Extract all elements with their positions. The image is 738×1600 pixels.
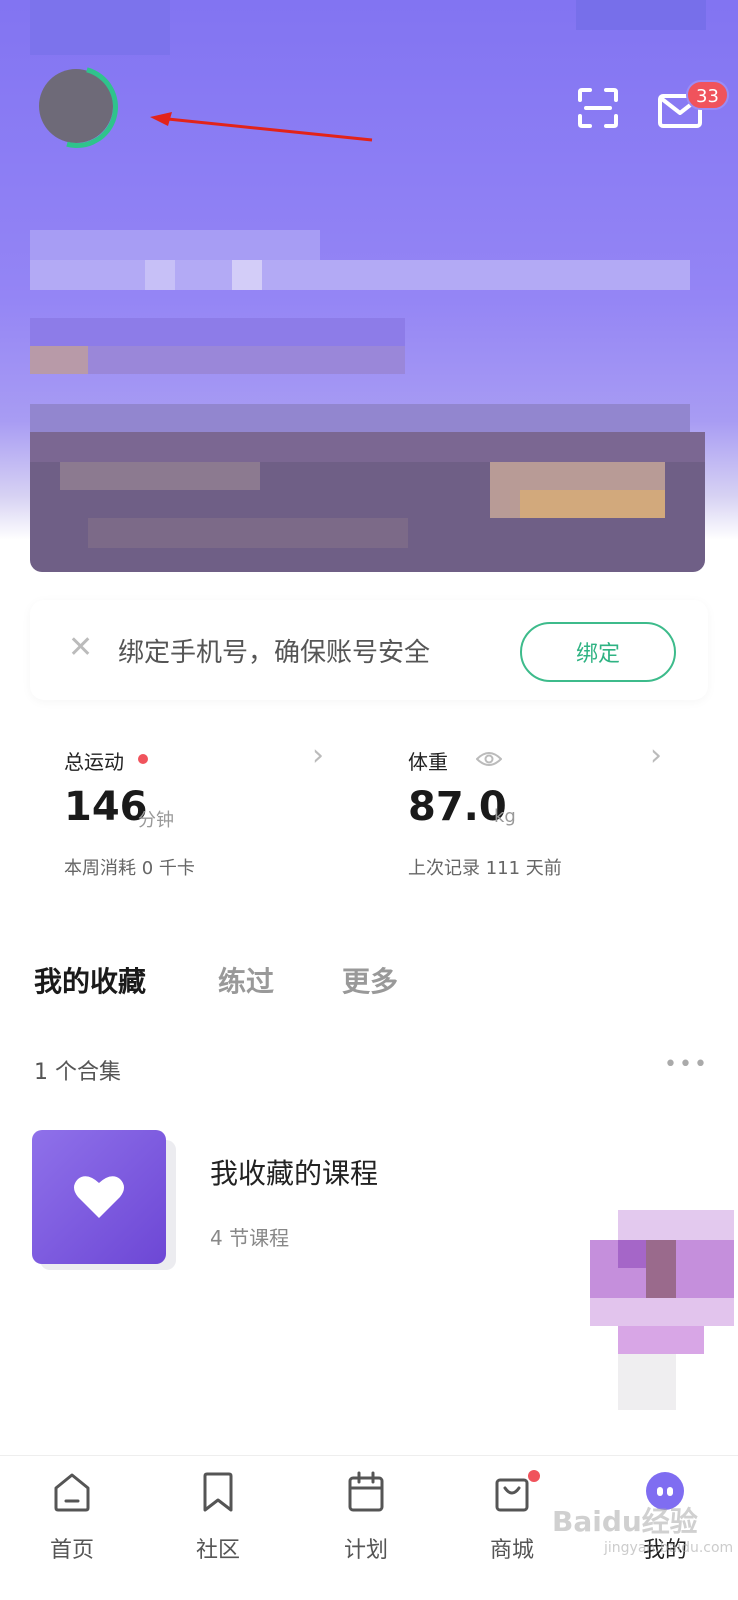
member-card[interactable] [30,432,705,572]
baidu-watermark-url: jingyan.baidu.com [604,1540,734,1556]
bind-phone-banner: ✕ 绑定手机号，确保账号安全 绑定 [30,600,708,700]
blurred-region [520,490,665,518]
blurred-region [30,230,320,260]
blurred-region [576,0,706,30]
calendar-icon [348,1471,384,1512]
nav-community[interactable]: 社区 [168,1470,268,1580]
blurred-region [30,404,690,432]
weight-stat-card[interactable]: 体重 › 87.0 kg 上次记录 111 天前 [374,730,704,900]
blurred-region [30,318,405,346]
weight-unit: kg [494,806,516,827]
blurred-region [60,462,260,490]
blurred-region [646,1240,676,1298]
nav-home-label: 首页 [49,1538,94,1563]
blurred-region [618,1354,676,1410]
nav-plan[interactable]: 计划 [316,1470,416,1580]
blurred-region [618,1326,704,1354]
tab-more[interactable]: 更多 [342,960,398,1000]
me-face-eye [667,1487,673,1496]
course-thumbnail [32,1130,166,1264]
weight-subtitle: 上次记录 111 天前 [408,858,562,879]
shop-red-dot-icon [528,1470,540,1482]
me-face-eye [657,1487,663,1496]
nav-shop[interactable]: 商城 [462,1470,562,1580]
heart-icon [74,1176,124,1218]
bind-button[interactable]: 绑定 [520,622,676,682]
red-dot-icon [138,754,148,764]
blurred-region [30,260,690,290]
blurred-region [590,1298,734,1326]
exercise-unit: 分钟 [138,810,174,831]
eye-icon[interactable] [476,750,502,768]
home-icon [54,1473,90,1512]
nav-shop-label: 商城 [489,1538,534,1563]
bookmark-icon [203,1472,233,1512]
annotation-arrow-icon [150,112,373,142]
course-title: 我收藏的课程 [210,1157,379,1190]
more-options-icon[interactable]: ••• [664,1052,709,1077]
blurred-region [232,260,262,290]
blurred-region [30,0,170,55]
exercise-subtitle: 本周消耗 0 千卡 [64,858,195,879]
exercise-title: 总运动 [64,750,124,774]
notification-badge: 33 [686,80,729,110]
tab-favorites[interactable]: 我的收藏 [34,960,146,1000]
baidu-watermark: Baidu经验 [552,1505,698,1538]
floating-widget[interactable] [590,1210,738,1440]
chevron-right-icon: › [650,738,662,773]
blurred-region [30,346,88,374]
blurred-region [618,1210,734,1240]
scan-icon[interactable] [576,86,620,130]
weight-value: 87.0 [408,784,507,830]
course-count: 4 节课程 [210,1226,290,1250]
blurred-region [88,518,408,548]
shop-bag-icon [495,1478,529,1512]
exercise-value: 146 [64,784,148,830]
weight-title: 体重 [408,750,448,774]
tab-practiced[interactable]: 练过 [218,960,274,1000]
close-icon[interactable]: ✕ [68,630,93,665]
nav-community-label: 社区 [195,1538,240,1563]
chevron-right-icon: › [312,738,324,773]
blurred-region [145,260,175,290]
bind-phone-text: 绑定手机号，确保账号安全 [118,638,431,668]
blurred-region [30,432,705,462]
collection-count: 1 个合集 [34,1060,121,1085]
exercise-stat-card[interactable]: 总运动 › 146 分钟 本周消耗 0 千卡 [30,730,360,900]
nav-plan-label: 计划 [343,1538,388,1563]
nav-home[interactable]: 首页 [22,1470,122,1580]
